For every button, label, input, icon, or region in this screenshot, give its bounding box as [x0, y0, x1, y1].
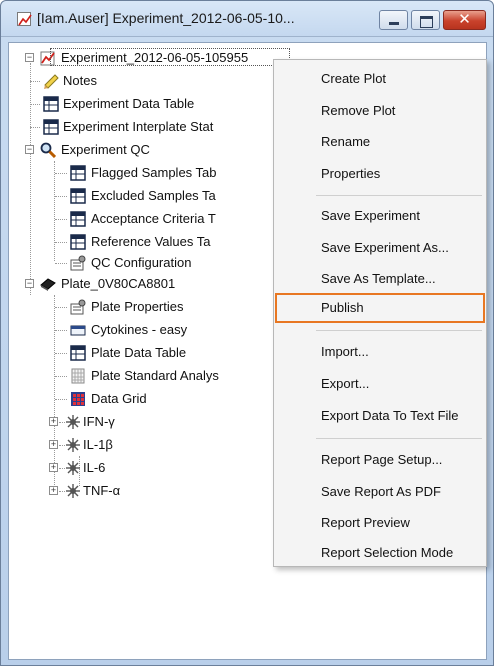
analyte-icon	[65, 437, 81, 453]
menu-item-rename[interactable]: Rename	[275, 127, 485, 157]
menu-item-save-experiment[interactable]: Save Experiment	[275, 201, 485, 231]
menu-item-create-plot[interactable]: Create Plot	[275, 64, 485, 94]
tree-node-experiment-qc[interactable]: − Experiment QC	[15, 140, 290, 160]
tree-node-ifn-gamma[interactable]: + IFN-γ	[39, 412, 239, 432]
minimize-button[interactable]	[379, 10, 408, 30]
tree-line	[30, 63, 31, 295]
search-icon	[40, 142, 57, 159]
analyte-icon	[65, 483, 81, 499]
tree-node-label: IL-6	[83, 460, 106, 475]
notes-icon	[43, 73, 59, 89]
tree-node-label: QC Configuration	[91, 255, 192, 270]
menu-item-save-report-as-pdf[interactable]: Save Report As PDF	[275, 477, 485, 507]
menu-item-save-as-template[interactable]: Save As Template...	[275, 264, 485, 294]
close-icon: ✕	[458, 11, 471, 28]
grid-icon	[70, 368, 86, 384]
table-icon	[70, 165, 86, 181]
tree-node-data-grid[interactable]: Data Grid	[55, 389, 295, 409]
panel-icon	[70, 322, 86, 338]
tree-node-label: Acceptance Criteria T	[91, 211, 216, 226]
config-icon	[70, 299, 86, 315]
tree-node-label: TNF-α	[83, 483, 121, 498]
tree-node-qc-configuration[interactable]: QC Configuration	[55, 253, 295, 273]
menu-item-remove-plot[interactable]: Remove Plot	[275, 96, 485, 126]
tree-node-il-6[interactable]: + IL-6	[39, 458, 239, 478]
tree-node-interplate-stats[interactable]: Experiment Interplate Stat	[30, 117, 288, 137]
expand-icon[interactable]: +	[49, 463, 58, 472]
menu-item-report-page-setup[interactable]: Report Page Setup...	[275, 445, 485, 475]
tree-node-label: IFN-γ	[83, 414, 115, 429]
data-grid-icon	[70, 391, 86, 407]
tree-node-reference-values[interactable]: Reference Values Ta	[55, 232, 295, 252]
tree-node-label: Cytokines - easy	[91, 322, 188, 337]
tree-node-plate-standard-analysis[interactable]: Plate Standard Analys	[55, 366, 295, 386]
maximize-button[interactable]	[411, 10, 440, 30]
expand-icon[interactable]: +	[49, 417, 58, 426]
context-menu: Create Plot Remove Plot Rename Propertie…	[273, 59, 487, 567]
config-icon	[70, 255, 86, 271]
menu-item-import[interactable]: Import...	[275, 337, 485, 367]
table-icon	[43, 119, 59, 135]
menu-separator	[316, 330, 482, 331]
tree-node-cytokines[interactable]: Cytokines - easy	[55, 320, 295, 340]
tree-node-excluded-samples[interactable]: Excluded Samples Ta	[55, 186, 295, 206]
close-button[interactable]: ✕	[443, 10, 486, 30]
expand-icon[interactable]: +	[49, 440, 58, 449]
tree-node-acceptance-criteria[interactable]: Acceptance Criteria T	[55, 209, 295, 229]
tree-node-il-1beta[interactable]: + IL-1β	[39, 435, 239, 455]
selection-outline	[50, 48, 290, 66]
tree-node-label: Plate Data Table	[91, 345, 187, 360]
menu-item-publish[interactable]: Publish	[275, 293, 485, 323]
menu-separator	[316, 438, 482, 439]
collapse-icon[interactable]: −	[25, 53, 34, 62]
tree-node-label: Data Grid	[91, 391, 147, 406]
table-icon	[70, 188, 86, 204]
analyte-icon	[65, 414, 81, 430]
tree-node-experiment-data-table[interactable]: Experiment Data Table	[30, 94, 288, 114]
tree-node-label: Experiment Interplate Stat	[63, 119, 214, 134]
window-title: [Iam.Auser] Experiment_2012-06-05-10...	[37, 10, 295, 26]
menu-item-save-experiment-as[interactable]: Save Experiment As...	[275, 233, 485, 263]
expand-icon[interactable]: +	[49, 486, 58, 495]
collapse-icon[interactable]: −	[25, 279, 34, 288]
tree-node-label: Plate Properties	[91, 299, 184, 314]
analyte-icon	[65, 460, 81, 476]
tree-node-plate-data-table[interactable]: Plate Data Table	[55, 343, 295, 363]
table-icon	[70, 211, 86, 227]
tree-node-tnf-alpha[interactable]: + TNF-α	[39, 481, 239, 501]
menu-item-export[interactable]: Export...	[275, 369, 485, 399]
collapse-icon[interactable]: −	[25, 145, 34, 154]
table-icon	[43, 96, 59, 112]
title-bar[interactable]: [Iam.Auser] Experiment_2012-06-05-10... …	[1, 1, 493, 37]
menu-item-report-selection-mode[interactable]: Report Selection Mode	[275, 538, 485, 568]
tree-node-label: IL-1β	[83, 437, 113, 452]
menu-item-report-preview[interactable]: Report Preview	[275, 508, 485, 538]
menu-separator	[316, 195, 482, 196]
experiment-icon	[17, 12, 32, 26]
tree-node-label: Experiment QC	[61, 142, 150, 157]
menu-item-export-data-to-text-file[interactable]: Export Data To Text File	[275, 401, 485, 431]
tree-node-label: Excluded Samples Ta	[91, 188, 216, 203]
tree-node-label: Reference Values Ta	[91, 234, 211, 249]
tree-node-label: Experiment Data Table	[63, 96, 195, 111]
tree-node-plate[interactable]: − Plate_0V80CA8801	[15, 274, 290, 294]
tree-node-label: Plate Standard Analys	[91, 368, 219, 383]
tree-node-flagged-samples[interactable]: Flagged Samples Tab	[55, 163, 295, 183]
plate-icon	[40, 276, 56, 292]
tree-node-plate-properties[interactable]: Plate Properties	[55, 297, 295, 317]
table-icon	[70, 345, 86, 361]
tree-node-label: Plate_0V80CA8801	[61, 276, 176, 291]
tree-node-notes[interactable]: Notes	[30, 71, 288, 91]
menu-item-properties[interactable]: Properties	[275, 159, 485, 189]
tree-node-label: Flagged Samples Tab	[91, 165, 217, 180]
tree-node-label: Notes	[63, 73, 97, 88]
table-icon	[70, 234, 86, 250]
application-window: [Iam.Auser] Experiment_2012-06-05-10... …	[0, 0, 494, 666]
